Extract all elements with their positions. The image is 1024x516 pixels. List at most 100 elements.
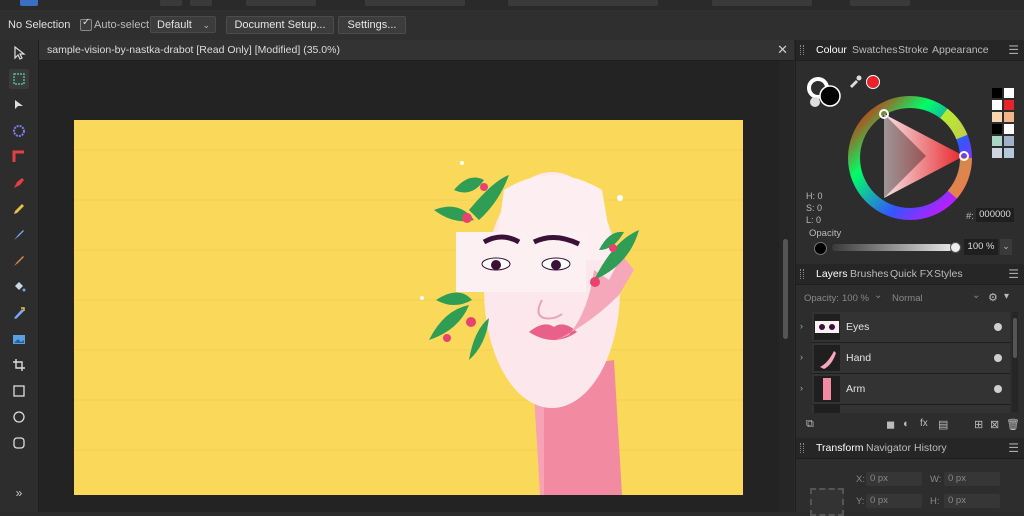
current-color-swatch[interactable] <box>866 75 880 89</box>
artboard-tool-icon[interactable] <box>9 69 29 89</box>
toolbar-button-group[interactable] <box>712 0 812 6</box>
gear-icon[interactable]: ⚙ <box>988 291 998 304</box>
width-field[interactable]: 0 px <box>944 472 1000 486</box>
layer-stack-icon[interactable]: ⧉ <box>806 418 814 431</box>
visibility-toggle[interactable] <box>994 354 1002 362</box>
expand-layer-icon[interactable]: › <box>800 383 803 393</box>
opacity-slider[interactable] <box>832 244 952 251</box>
palette-swatch[interactable] <box>992 124 1002 134</box>
corner-tool-icon[interactable] <box>9 147 29 167</box>
toolbar-button-group[interactable] <box>246 0 316 6</box>
tab-colour[interactable]: Colour <box>816 44 847 56</box>
y-position-field[interactable]: 0 px <box>866 494 922 508</box>
tab-swatches[interactable]: Swatches <box>852 44 898 56</box>
chevron-down-icon[interactable]: ⌄ <box>1000 239 1012 255</box>
transparency-tool-icon[interactable] <box>9 303 29 323</box>
panel-menu-icon[interactable]: ☰ <box>1008 267 1019 281</box>
palette-swatch[interactable] <box>1004 100 1014 110</box>
document-setup-button[interactable]: Document Setup... <box>226 16 334 34</box>
tab-appearance[interactable]: Appearance <box>932 44 989 56</box>
rectangle-tool-icon[interactable] <box>9 381 29 401</box>
palette-swatch[interactable] <box>992 148 1002 158</box>
blend-mode-select[interactable]: Normal <box>892 293 923 304</box>
auto-select-dropdown[interactable]: Default ⌄ <box>150 16 216 33</box>
scrollbar-thumb[interactable] <box>783 239 788 339</box>
tab-history[interactable]: History <box>914 442 947 454</box>
palette-swatch[interactable] <box>1004 124 1014 134</box>
ellipse-tool-icon[interactable] <box>9 407 29 427</box>
toolbar-button[interactable] <box>160 0 182 6</box>
colour-wheel[interactable] <box>846 94 974 222</box>
expand-layer-icon[interactable]: › <box>800 352 803 362</box>
live-filter-icon[interactable]: fx <box>920 418 928 429</box>
layers-scrollbar[interactable] <box>1012 312 1018 412</box>
palette-swatch[interactable] <box>1004 148 1014 158</box>
layer-row[interactable]: › Eyes <box>800 312 1010 343</box>
auto-select-checkbox[interactable] <box>80 17 92 31</box>
chevron-down-icon[interactable]: ⌄ <box>972 290 980 301</box>
palette-swatch[interactable] <box>992 136 1002 146</box>
panel-grip-icon[interactable] <box>800 443 804 453</box>
paint-brush-tool-icon[interactable] <box>9 251 29 271</box>
height-field[interactable]: 0 px <box>944 494 1000 508</box>
artboard-illustration[interactable] <box>74 120 743 495</box>
panel-menu-icon[interactable]: ☰ <box>1008 441 1019 455</box>
expand-layer-icon[interactable]: › <box>800 321 803 331</box>
move-tool-icon[interactable] <box>9 43 29 63</box>
palette-swatch[interactable] <box>1004 88 1014 98</box>
layer-row-partial[interactable] <box>812 405 1010 413</box>
pencil-tool-icon[interactable] <box>9 199 29 219</box>
tab-brushes[interactable]: Brushes <box>850 268 889 280</box>
vector-brush-tool-icon[interactable] <box>9 225 29 245</box>
layer-row[interactable]: › Arm <box>800 374 1010 405</box>
tab-navigator[interactable]: Navigator <box>866 442 911 454</box>
group-icon[interactable]: ▤ <box>938 418 948 431</box>
eyedropper-icon[interactable] <box>848 74 862 91</box>
add-layer-icon[interactable]: ⊞ <box>974 418 983 431</box>
vertical-scrollbar[interactable] <box>779 61 794 512</box>
tab-styles[interactable]: Styles <box>934 268 963 280</box>
tab-transform[interactable]: Transform <box>816 442 863 454</box>
palette-swatch[interactable] <box>992 88 1002 98</box>
palette-swatch[interactable] <box>1004 112 1014 122</box>
duplicate-layer-icon[interactable]: ⊠ <box>990 418 999 431</box>
panel-grip-icon[interactable] <box>800 45 804 55</box>
fill-stroke-wells[interactable] <box>806 74 846 110</box>
crop-tool-icon[interactable] <box>9 355 29 375</box>
tab-stroke[interactable]: Stroke <box>898 44 928 56</box>
document-tab[interactable]: sample-vision-by-nastka-drabot [Read Onl… <box>39 40 794 61</box>
close-document-icon[interactable]: ✕ <box>777 42 788 58</box>
toolbar-button-group[interactable] <box>508 0 658 6</box>
tab-layers[interactable]: Layers <box>816 268 848 280</box>
panel-grip-icon[interactable] <box>800 269 804 279</box>
palette-swatch[interactable] <box>992 112 1002 122</box>
palette-swatch[interactable] <box>992 100 1002 110</box>
rounded-rectangle-tool-icon[interactable] <box>9 433 29 453</box>
panel-menu-icon[interactable]: ☰ <box>1008 43 1019 57</box>
layer-opacity-value[interactable]: 100 % <box>842 293 869 304</box>
toolbar-button[interactable] <box>190 0 212 6</box>
layer-row[interactable]: › Hand <box>800 343 1010 374</box>
place-image-tool-icon[interactable] <box>9 329 29 349</box>
visibility-toggle[interactable] <box>994 323 1002 331</box>
persona-icon[interactable] <box>20 0 38 6</box>
expand-tools-icon[interactable]: » <box>9 483 29 503</box>
mask-icon[interactable]: ◼ <box>886 418 895 431</box>
x-position-field[interactable]: 0 px <box>866 472 922 486</box>
opacity-value[interactable]: 100 % <box>964 239 998 255</box>
toolbar-button-group[interactable] <box>365 0 465 6</box>
settings-button[interactable]: Settings... <box>338 16 406 34</box>
layer-options-icon[interactable]: ▾ <box>1004 291 1009 302</box>
node-tool-icon[interactable] <box>9 95 29 115</box>
shape-builder-tool-icon[interactable] <box>9 121 29 141</box>
palette-swatch[interactable] <box>1004 136 1014 146</box>
fill-tool-icon[interactable] <box>9 277 29 297</box>
pen-tool-icon[interactable] <box>9 173 29 193</box>
toolbar-button-group[interactable] <box>850 0 910 6</box>
tab-quick-fx[interactable]: Quick FX <box>890 268 933 280</box>
hex-input[interactable]: 000000 <box>976 208 1014 222</box>
chevron-down-icon[interactable]: ⌄ <box>874 290 882 301</box>
adjustment-icon[interactable]: ◐ <box>903 418 910 430</box>
scrollbar-thumb[interactable] <box>1013 318 1017 358</box>
visibility-toggle[interactable] <box>994 385 1002 393</box>
